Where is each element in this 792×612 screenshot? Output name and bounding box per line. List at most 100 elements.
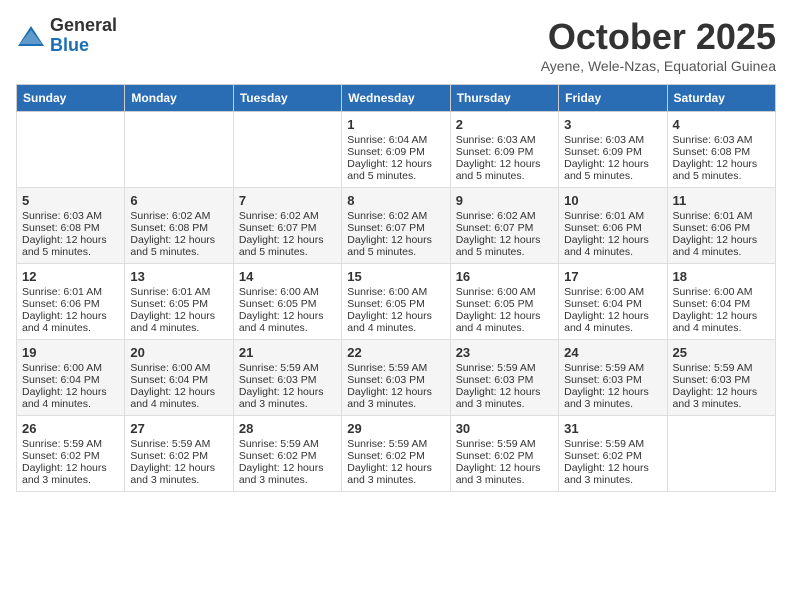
calendar-table: SundayMondayTuesdayWednesdayThursdayFrid…	[16, 84, 776, 492]
day-number: 14	[239, 269, 336, 284]
day-number: 19	[22, 345, 119, 360]
day-info-line: and 4 minutes.	[347, 322, 444, 334]
day-info-line: Daylight: 12 hours	[239, 462, 336, 474]
calendar-cell: 23Sunrise: 5:59 AMSunset: 6:03 PMDayligh…	[450, 340, 558, 416]
day-info-line: Daylight: 12 hours	[239, 310, 336, 322]
day-info-line: Sunrise: 5:59 AM	[22, 438, 119, 450]
day-info-line: Sunrise: 6:00 AM	[673, 286, 770, 298]
day-info-line: Sunset: 6:02 PM	[564, 450, 661, 462]
calendar-cell: 21Sunrise: 5:59 AMSunset: 6:03 PMDayligh…	[233, 340, 341, 416]
day-info-line: Daylight: 12 hours	[130, 462, 227, 474]
day-number: 26	[22, 421, 119, 436]
calendar-week-1: 5Sunrise: 6:03 AMSunset: 6:08 PMDaylight…	[17, 188, 776, 264]
day-info-line: Sunrise: 6:01 AM	[564, 210, 661, 222]
day-info-line: Sunrise: 5:59 AM	[564, 438, 661, 450]
day-info-line: Sunrise: 5:59 AM	[564, 362, 661, 374]
calendar-week-4: 26Sunrise: 5:59 AMSunset: 6:02 PMDayligh…	[17, 416, 776, 492]
logo: General Blue	[16, 16, 117, 56]
day-info-line: Sunrise: 6:00 AM	[239, 286, 336, 298]
day-info-line: Sunset: 6:04 PM	[130, 374, 227, 386]
day-info-line: Daylight: 12 hours	[456, 462, 553, 474]
day-number: 5	[22, 193, 119, 208]
day-number: 13	[130, 269, 227, 284]
day-info-line: and 3 minutes.	[564, 398, 661, 410]
day-number: 11	[673, 193, 770, 208]
day-info-line: Daylight: 12 hours	[564, 386, 661, 398]
day-number: 31	[564, 421, 661, 436]
day-info-line: Sunrise: 6:04 AM	[347, 134, 444, 146]
day-info-line: Sunrise: 6:03 AM	[22, 210, 119, 222]
weekday-header-row: SundayMondayTuesdayWednesdayThursdayFrid…	[17, 85, 776, 112]
day-info-line: Sunrise: 6:00 AM	[130, 362, 227, 374]
calendar-cell: 7Sunrise: 6:02 AMSunset: 6:07 PMDaylight…	[233, 188, 341, 264]
day-info-line: Daylight: 12 hours	[673, 158, 770, 170]
day-info-line: Sunset: 6:09 PM	[347, 146, 444, 158]
day-info-line: Daylight: 12 hours	[456, 234, 553, 246]
calendar-cell: 27Sunrise: 5:59 AMSunset: 6:02 PMDayligh…	[125, 416, 233, 492]
calendar-week-0: 1Sunrise: 6:04 AMSunset: 6:09 PMDaylight…	[17, 112, 776, 188]
calendar-cell: 14 Sunrise: 6:00 AMSunset: 6:05 PMDayligh…	[233, 264, 341, 340]
day-info-line: Daylight: 12 hours	[239, 234, 336, 246]
day-info-line: Daylight: 12 hours	[564, 234, 661, 246]
calendar-cell: 18Sunrise: 6:00 AMSunset: 6:04 PMDayligh…	[667, 264, 775, 340]
day-info-line: Daylight: 12 hours	[347, 386, 444, 398]
day-info-line: and 4 minutes.	[239, 322, 336, 334]
day-info-line: Sunset: 6:09 PM	[564, 146, 661, 158]
day-info-line: Daylight: 12 hours	[673, 386, 770, 398]
day-info-line: Daylight: 12 hours	[22, 462, 119, 474]
day-number: 9	[456, 193, 553, 208]
day-info-line: Sunrise: 5:59 AM	[456, 362, 553, 374]
day-info-line: Sunset: 6:05 PM	[347, 298, 444, 310]
calendar-cell: 19Sunrise: 6:00 AMSunset: 6:04 PMDayligh…	[17, 340, 125, 416]
day-info-line: Sunrise: 6:01 AM	[22, 286, 119, 298]
day-number: 1	[347, 117, 444, 132]
day-info-line: Daylight: 12 hours	[22, 386, 119, 398]
day-info-line: Sunrise: 6:03 AM	[456, 134, 553, 146]
day-info-line: Daylight: 12 hours	[22, 234, 119, 246]
day-info-line: and 3 minutes.	[239, 398, 336, 410]
calendar-cell: 17Sunrise: 6:00 AMSunset: 6:04 PMDayligh…	[559, 264, 667, 340]
calendar-cell: 20Sunrise: 6:00 AMSunset: 6:04 PMDayligh…	[125, 340, 233, 416]
weekday-header-monday: Monday	[125, 85, 233, 112]
day-info-line: Sunrise: 5:59 AM	[673, 362, 770, 374]
calendar-week-3: 19 Sunrise: 6:00 AMSunset: 6:04 PM Dayligh…	[17, 340, 776, 416]
month-title: October 2025	[541, 16, 776, 58]
day-info-line: and 4 minutes.	[22, 322, 119, 334]
day-info-line: and 4 minutes.	[564, 322, 661, 334]
day-info-line: Sunset: 6:05 PM	[239, 298, 336, 310]
day-info-line: Daylight: 12 hours	[456, 386, 553, 398]
calendar-cell: 25Sunrise: 5:59 AMSunset: 6:03 PMDayligh…	[667, 340, 775, 416]
day-info-line: Sunset: 6:02 PM	[239, 450, 336, 462]
day-info-line: and 5 minutes.	[456, 170, 553, 182]
calendar-cell: 10Sunrise: 6:01 AMSunset: 6:06 PMDayligh…	[559, 188, 667, 264]
day-info-line: and 3 minutes.	[347, 474, 444, 486]
day-number: 20	[130, 345, 227, 360]
day-info-line: Daylight: 12 hours	[456, 310, 553, 322]
day-info-line: Daylight: 12 hours	[347, 462, 444, 474]
day-number: 8	[347, 193, 444, 208]
day-info-line: and 3 minutes.	[564, 474, 661, 486]
day-number: 18	[673, 269, 770, 284]
day-info-line: Sunrise: 6:01 AM	[673, 210, 770, 222]
calendar-cell: 13Sunrise: 6:01 AMSunset: 6:05 PMDayligh…	[125, 264, 233, 340]
day-info-line: Sunrise: 5:59 AM	[239, 438, 336, 450]
day-info-line: Sunset: 6:06 PM	[673, 222, 770, 234]
day-info-line: Sunrise: 5:59 AM	[347, 362, 444, 374]
day-info-line: Sunrise: 6:02 AM	[239, 210, 336, 222]
calendar-cell: 8Sunrise: 6:02 AMSunset: 6:07 PMDaylight…	[342, 188, 450, 264]
day-info-line: and 5 minutes.	[347, 170, 444, 182]
day-info-line: and 5 minutes.	[347, 246, 444, 258]
day-info-line: Sunrise: 6:02 AM	[130, 210, 227, 222]
day-number: 21	[239, 345, 336, 360]
location-subtitle: Ayene, Wele-Nzas, Equatorial Guinea	[541, 58, 776, 74]
day-info-line: and 5 minutes.	[22, 246, 119, 258]
day-number: 28	[239, 421, 336, 436]
day-info-line: and 4 minutes.	[130, 398, 227, 410]
day-info-line: and 3 minutes.	[456, 474, 553, 486]
day-info-line: Daylight: 12 hours	[22, 310, 119, 322]
day-info-line: Sunrise: 6:03 AM	[673, 134, 770, 146]
day-info-line: Sunset: 6:06 PM	[564, 222, 661, 234]
day-info-line: Sunset: 6:02 PM	[22, 450, 119, 462]
calendar-cell	[233, 112, 341, 188]
day-info-line: Sunset: 6:06 PM	[22, 298, 119, 310]
